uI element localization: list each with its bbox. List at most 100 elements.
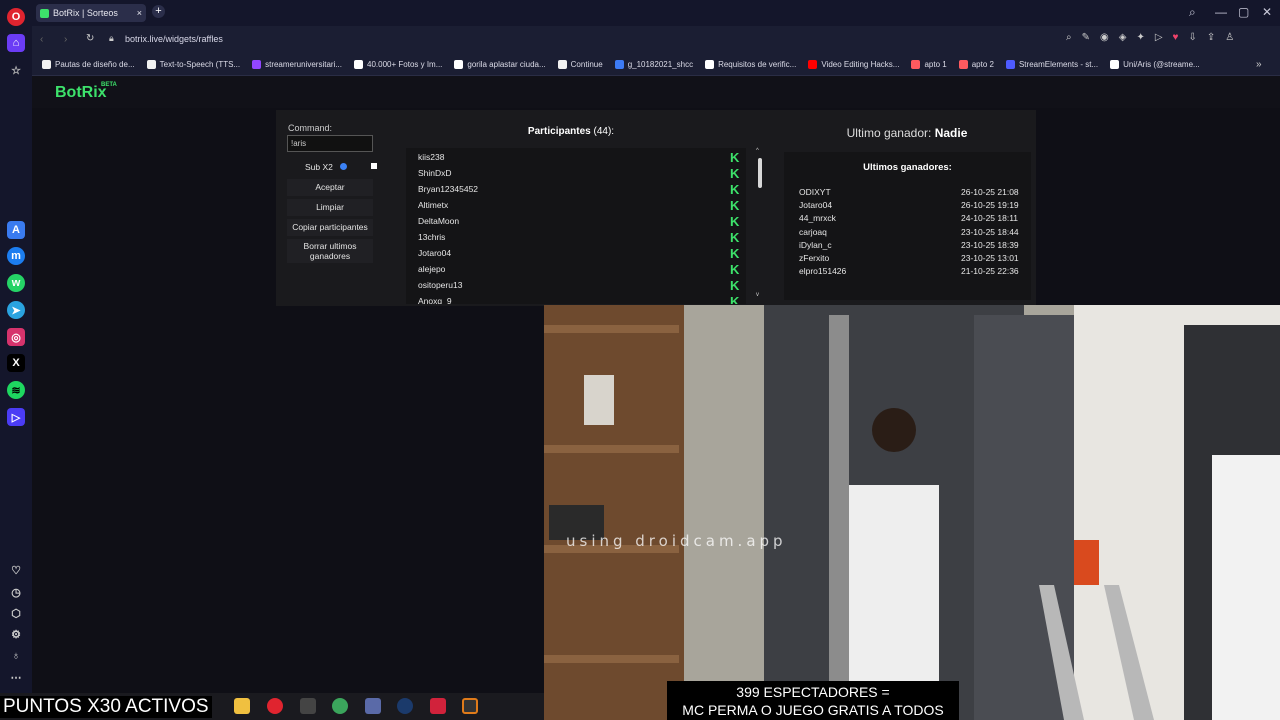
bookmarks-more-icon[interactable]: » bbox=[1256, 59, 1262, 70]
scroll-down-icon[interactable]: v bbox=[756, 292, 759, 298]
opera-logo-icon[interactable]: O bbox=[7, 8, 25, 26]
minimize-icon[interactable]: — bbox=[1215, 5, 1227, 19]
search-icon[interactable]: ⌕ bbox=[1066, 32, 1072, 43]
winner-name: Jotaro04 bbox=[799, 200, 833, 210]
new-tab-button[interactable]: + bbox=[152, 5, 165, 18]
shield-icon[interactable]: ◈ bbox=[1119, 32, 1127, 43]
lock-icon: 🔒︎ bbox=[109, 33, 114, 43]
participant-name: alejepo bbox=[418, 264, 446, 274]
bookmark-favicon-icon bbox=[958, 60, 968, 69]
bookmark-item[interactable]: apto 1 bbox=[911, 60, 947, 69]
winner-date: 26-10-25 21:08 bbox=[961, 187, 1019, 197]
heart-icon[interactable]: ♡ bbox=[7, 561, 25, 579]
telegram-icon[interactable]: ➤ bbox=[7, 301, 25, 319]
whatsapp-icon[interactable]: w bbox=[7, 274, 25, 292]
history-icon[interactable]: ◷ bbox=[7, 583, 25, 601]
participant-name: kiis238 bbox=[418, 152, 445, 162]
spotify-icon[interactable]: ≋ bbox=[7, 381, 25, 399]
bookmark-star-icon[interactable]: ☆ bbox=[7, 61, 25, 79]
sub-x2-label: Sub X2 bbox=[305, 162, 333, 172]
bookmark-item[interactable]: Requisitos de verific... bbox=[705, 60, 796, 69]
bookmark-item[interactable]: Uni/Aris (@streame... bbox=[1110, 60, 1200, 69]
more-icon[interactable]: ⋯ bbox=[7, 668, 25, 686]
player-icon[interactable]: ▷ bbox=[7, 408, 25, 426]
tab-botrix[interactable]: BotRix | Sorteos × bbox=[36, 4, 146, 22]
back-icon[interactable]: ‹ bbox=[40, 34, 43, 45]
extensions-icon[interactable]: ⬡ bbox=[7, 604, 25, 622]
winner-date: 26-10-25 19:19 bbox=[961, 200, 1019, 210]
kick-icon: K bbox=[730, 214, 740, 229]
sub-x2-checkbox[interactable] bbox=[371, 163, 377, 169]
app-window-icon[interactable] bbox=[365, 698, 381, 714]
clear-button[interactable]: Limpiar bbox=[287, 199, 373, 216]
kick-icon: K bbox=[730, 262, 740, 277]
maximize-icon[interactable]: ▢ bbox=[1238, 5, 1249, 19]
play-icon[interactable]: ▷ bbox=[1155, 32, 1163, 43]
command-input[interactable] bbox=[287, 135, 373, 152]
bookmark-item[interactable]: Pautas de diseño de... bbox=[42, 60, 135, 69]
lightbulb-icon[interactable]: ♁ bbox=[7, 647, 25, 665]
participants-title: Participantes (44): bbox=[406, 126, 736, 137]
steam-icon[interactable] bbox=[397, 698, 413, 714]
bookmark-item[interactable]: StreamElements - st... bbox=[1005, 60, 1098, 69]
kick-icon: K bbox=[730, 198, 740, 213]
participants-list[interactable]: kiis238 ShinDxD Bryan12345452 Altimetx D… bbox=[406, 148, 746, 304]
delete-winners-button[interactable]: Borrar ultimos ganadores bbox=[287, 239, 373, 263]
app-icon[interactable] bbox=[300, 698, 316, 714]
bookmark-item[interactable]: 40.000+ Fotos y Im... bbox=[354, 60, 442, 69]
share-icon[interactable]: ⇪ bbox=[1207, 32, 1215, 43]
winner-date: 21-10-25 22:36 bbox=[961, 266, 1019, 276]
reload-icon[interactable]: ↻ bbox=[86, 33, 94, 44]
aria-icon[interactable]: A bbox=[7, 221, 25, 239]
close-tab-icon[interactable]: × bbox=[137, 8, 146, 18]
winner-name: iDylan_c bbox=[799, 240, 832, 250]
bookmark-item[interactable]: streameruniversitari... bbox=[252, 60, 342, 69]
obs-icon[interactable] bbox=[462, 698, 478, 714]
kick-icon: K bbox=[730, 150, 740, 165]
bookmark-favicon-icon bbox=[808, 60, 818, 69]
botrix-logo[interactable]: BotRix bbox=[55, 84, 107, 102]
game-launcher-icon[interactable] bbox=[430, 698, 446, 714]
url-field[interactable]: botrix.live/widgets/raffles bbox=[125, 34, 223, 44]
scroll-thumb[interactable] bbox=[758, 158, 762, 188]
bookmark-item[interactable]: g_10182021_shcc bbox=[614, 60, 693, 69]
bookmark-label: streameruniversitari... bbox=[265, 60, 343, 69]
last-winner: Ultimo ganador: Nadie bbox=[778, 126, 1036, 140]
camera-icon[interactable]: ◉ bbox=[1100, 32, 1109, 43]
opera-taskbar-icon[interactable] bbox=[267, 698, 283, 714]
x-icon[interactable]: X bbox=[7, 354, 25, 372]
address-actions: ⌕ ✎ ◉ ◈ ✦ ▷ ♥ ⇩ ⇪ ♙ bbox=[1066, 32, 1234, 43]
heart-fill-icon[interactable]: ♥ bbox=[1173, 32, 1179, 43]
download-icon[interactable]: ⇩ bbox=[1188, 32, 1196, 43]
kick-icon: K bbox=[730, 182, 740, 197]
profile-icon[interactable]: ♙ bbox=[1225, 32, 1234, 43]
accept-button[interactable]: Aceptar bbox=[287, 179, 373, 196]
tab-title: BotRix | Sorteos bbox=[53, 8, 118, 18]
bookmark-item[interactable]: Continue bbox=[557, 60, 603, 69]
kick-icon: K bbox=[730, 230, 740, 245]
info-icon[interactable] bbox=[340, 163, 347, 170]
search-tabs-icon[interactable]: ⌕ bbox=[1189, 5, 1196, 20]
close-window-icon[interactable]: ✕ bbox=[1262, 5, 1272, 19]
bookmark-item[interactable]: gorila aplastar ciuda... bbox=[454, 60, 546, 69]
last-winner-label: Ultimo ganador: bbox=[846, 126, 932, 140]
copy-participants-button[interactable]: Copiar participantes bbox=[287, 219, 373, 236]
settings-icon[interactable]: ⚙ bbox=[7, 625, 25, 643]
bookmark-item[interactable]: Text-to-Speech (TTS... bbox=[146, 60, 240, 69]
winner-date: 23-10-25 18:39 bbox=[961, 240, 1019, 250]
messenger-icon[interactable]: m bbox=[7, 247, 25, 265]
winner-name: carjoaq bbox=[799, 227, 827, 237]
file-explorer-icon[interactable] bbox=[234, 698, 250, 714]
vpn-icon[interactable]: ✦ bbox=[1136, 32, 1144, 43]
bookmark-label: apto 2 bbox=[971, 60, 994, 69]
participants-count: (44): bbox=[593, 126, 615, 137]
scroll-up-icon[interactable]: ^ bbox=[756, 148, 759, 154]
forward-icon[interactable]: › bbox=[64, 34, 67, 45]
edit-icon[interactable]: ✎ bbox=[1082, 32, 1090, 43]
bookmark-item[interactable]: apto 2 bbox=[958, 60, 994, 69]
winner-date: 23-10-25 13:01 bbox=[961, 253, 1019, 263]
bookmark-item[interactable]: Video Editing Hacks... bbox=[808, 60, 899, 69]
home-icon[interactable]: ⌂ bbox=[7, 34, 25, 52]
instagram-icon[interactable]: ◎ bbox=[7, 328, 25, 346]
chrome-icon[interactable] bbox=[332, 698, 348, 714]
